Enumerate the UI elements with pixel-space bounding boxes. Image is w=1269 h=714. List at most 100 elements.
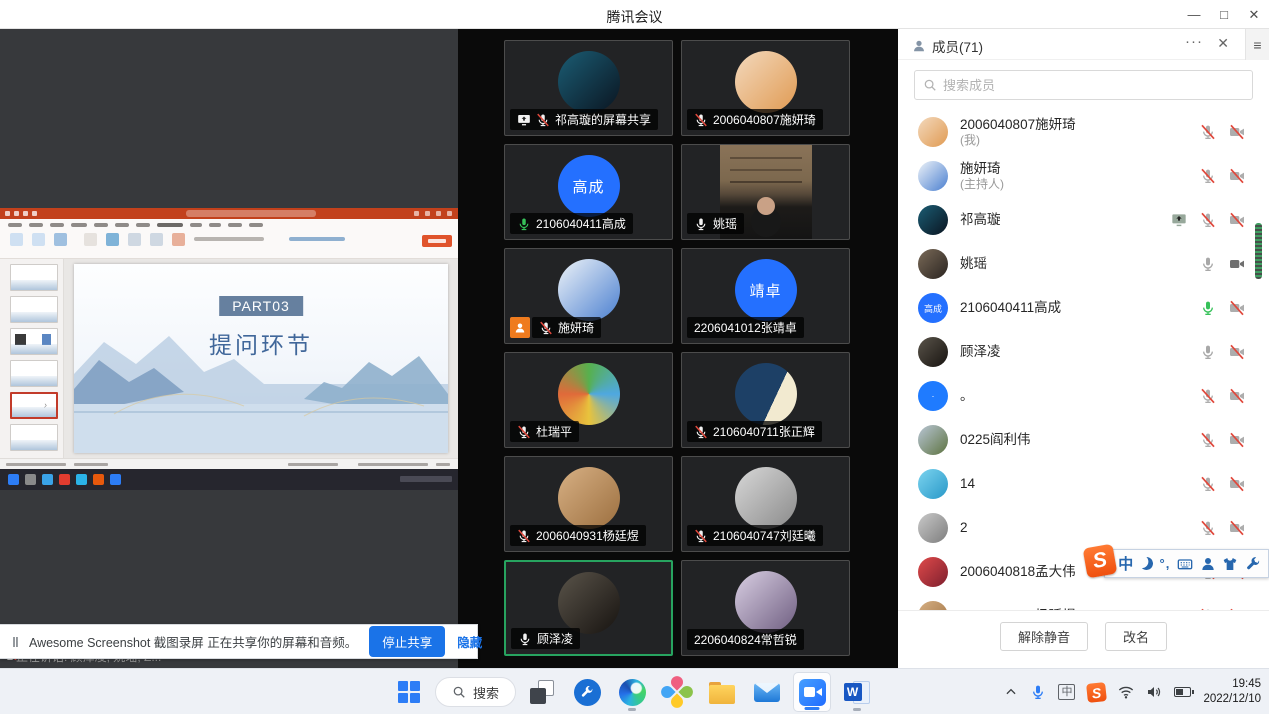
minimize-button[interactable]: — xyxy=(1179,7,1209,22)
camera-status-icon[interactable] xyxy=(1229,432,1245,448)
ime-voice-person-icon[interactable] xyxy=(1200,556,1216,572)
member-list-scrollbar[interactable] xyxy=(1255,223,1262,279)
ime-keyboard-icon[interactable] xyxy=(1177,556,1193,572)
camera-status-icon[interactable] xyxy=(1229,344,1245,360)
member-search-box[interactable] xyxy=(914,70,1253,100)
ime-toolbar: 中 °, xyxy=(1104,549,1269,578)
windows-taskbar: 搜索 W 中 S 19:45 2022/12/10 xyxy=(0,668,1269,714)
ime-fullhalf-moon-icon[interactable] xyxy=(1138,556,1154,572)
ppt-status-bar xyxy=(0,458,458,469)
ime-lang-button[interactable]: 中 xyxy=(1118,553,1133,574)
tray-sogou-icon[interactable]: S xyxy=(1086,682,1107,703)
mic-status-icon[interactable] xyxy=(1200,300,1216,316)
maximize-button[interactable]: □ xyxy=(1209,7,1239,22)
rename-button[interactable]: 改名 xyxy=(1105,622,1167,651)
mic-status-icon[interactable] xyxy=(1200,520,1216,536)
wifi-icon[interactable] xyxy=(1118,684,1134,700)
unmute-button[interactable]: 解除静音 xyxy=(1000,622,1088,651)
avatar: 高成 xyxy=(558,155,620,217)
close-button[interactable]: ✕ xyxy=(1239,7,1269,23)
panel-close-button[interactable]: ✕ xyxy=(1217,35,1229,52)
member-search-input[interactable] xyxy=(943,78,1244,93)
camera-status-icon[interactable] xyxy=(1229,212,1245,228)
panel-more-button[interactable]: ··· xyxy=(1185,33,1203,50)
photos-flower-app[interactable] xyxy=(658,672,696,712)
mic-status-icon[interactable] xyxy=(1200,388,1216,404)
ime-punctuation-button[interactable]: °, xyxy=(1160,556,1171,571)
flower-icon xyxy=(659,674,696,711)
mic-status-icon[interactable] xyxy=(1200,476,1216,492)
video-tile[interactable]: 姚瑶 xyxy=(681,144,850,240)
volume-icon[interactable] xyxy=(1146,684,1162,700)
taskbar-search[interactable]: 搜索 xyxy=(435,677,516,707)
mic-status-icon[interactable] xyxy=(1200,124,1216,140)
battery-icon[interactable] xyxy=(1174,687,1191,697)
members-panel-footer: 解除静音 改名 xyxy=(898,610,1269,662)
member-row[interactable]: 0225阎利伟 xyxy=(898,418,1269,462)
avatar xyxy=(918,117,948,147)
camera-status-icon[interactable] xyxy=(1229,300,1245,316)
video-tile[interactable]: 2106040747刘廷曦 xyxy=(681,456,850,552)
member-row[interactable]: 施妍琦 (主持人) xyxy=(898,154,1269,198)
windows-logo-icon xyxy=(398,681,420,703)
driver-tool-app[interactable] xyxy=(568,672,606,712)
mic-status-icon[interactable] xyxy=(1200,256,1216,272)
mic-status-icon[interactable] xyxy=(1200,432,1216,448)
video-tile[interactable]: 祁高璇的屏幕共享 xyxy=(504,40,673,136)
ime-toolbox-wrench-icon[interactable] xyxy=(1245,556,1261,572)
camera-status-icon[interactable] xyxy=(1229,124,1245,140)
sogou-logo[interactable]: S xyxy=(1083,544,1118,579)
member-name: 。 xyxy=(960,388,1200,404)
member-row[interactable]: 2006040807施妍琦 (我) xyxy=(898,110,1269,154)
camera-status-icon[interactable] xyxy=(1229,168,1245,184)
camera-status-icon[interactable] xyxy=(1229,476,1245,492)
edge-browser-app[interactable] xyxy=(613,672,651,712)
avatar xyxy=(735,363,797,425)
mic-status-icon xyxy=(517,217,531,231)
video-tile[interactable]: 2106040711张正辉 xyxy=(681,352,850,448)
tray-expand-chevron[interactable] xyxy=(1004,685,1018,699)
member-row[interactable]: 姚瑶 xyxy=(898,242,1269,286)
camera-status-icon[interactable] xyxy=(1229,520,1245,536)
start-button[interactable] xyxy=(390,672,428,712)
taskbar-search-label: 搜索 xyxy=(473,683,499,702)
member-row[interactable]: · 。 xyxy=(898,374,1269,418)
camera-status-icon[interactable] xyxy=(1229,388,1245,404)
video-tile[interactable]: 靖卓 2206041012张靖卓 xyxy=(681,248,850,344)
member-name: 祁高璇 xyxy=(960,212,1171,228)
video-tile[interactable]: 2206040824常哲锐 xyxy=(681,560,850,656)
word-app[interactable]: W xyxy=(838,672,876,712)
mic-status-icon[interactable] xyxy=(1200,168,1216,184)
mic-status-icon xyxy=(694,217,708,231)
video-tile[interactable]: 顾泽凌 xyxy=(504,560,673,656)
participant-name: 顾泽凌 xyxy=(537,630,573,647)
member-row[interactable]: 14 xyxy=(898,462,1269,506)
video-tile[interactable]: 2006040807施妍琦 xyxy=(681,40,850,136)
video-grid-region: 祁高璇的屏幕共享 2006040807施妍琦 高成 2106040411高成 xyxy=(458,29,898,668)
tile-name-label: 施妍琦 xyxy=(532,317,601,338)
tray-ime-indicator[interactable]: 中 xyxy=(1058,684,1075,700)
member-row[interactable]: 高成 2106040411高成 xyxy=(898,286,1269,330)
video-tile[interactable]: 高成 2106040411高成 xyxy=(504,144,673,240)
hide-button[interactable]: 隐藏 xyxy=(457,632,482,651)
mail-app[interactable] xyxy=(748,672,786,712)
task-view-button[interactable] xyxy=(523,672,561,712)
panel-layout-menu-button[interactable]: ≡ xyxy=(1245,29,1269,60)
member-row[interactable]: 祁高璇 xyxy=(898,198,1269,242)
tencent-meeting-app[interactable] xyxy=(793,672,831,712)
camera-status-icon[interactable] xyxy=(1229,256,1245,272)
tile-name-label: 祁高璇的屏幕共享 xyxy=(510,109,658,130)
taskbar-clock[interactable]: 19:45 2022/12/10 xyxy=(1203,677,1261,707)
ime-skin-tshirt-icon[interactable] xyxy=(1222,556,1238,572)
file-explorer-app[interactable] xyxy=(703,672,741,712)
mic-status-icon[interactable] xyxy=(1200,212,1216,228)
member-row[interactable]: 2 xyxy=(898,506,1269,550)
mic-status-icon[interactable] xyxy=(1200,344,1216,360)
video-tile[interactable]: 杜瑞平 xyxy=(504,352,673,448)
member-row[interactable]: 顾泽凌 xyxy=(898,330,1269,374)
tray-mic-icon[interactable] xyxy=(1030,684,1046,700)
video-tile[interactable]: 施妍琦 xyxy=(504,248,673,344)
video-tile[interactable]: 2006040931杨廷煜 xyxy=(504,456,673,552)
stop-sharing-button[interactable]: 停止共享 xyxy=(369,626,445,657)
members-panel-header: 成员(71) ··· ✕ ≡ xyxy=(898,29,1269,60)
